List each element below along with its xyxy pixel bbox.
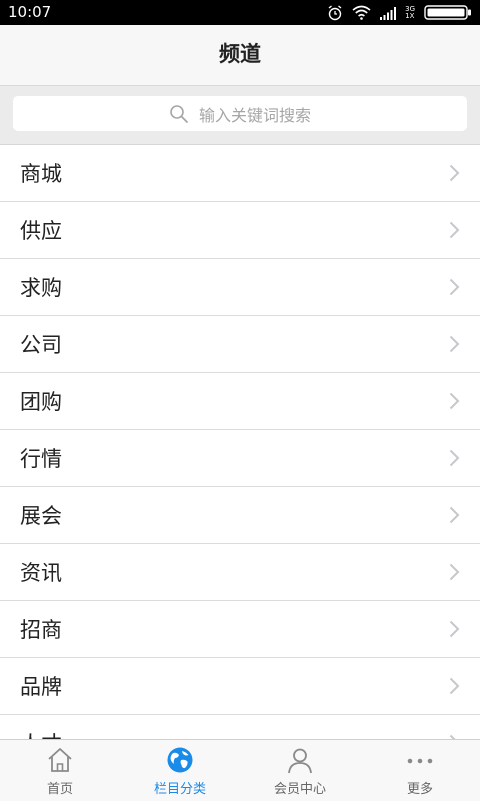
list-item[interactable]: 团购	[0, 373, 480, 430]
list-item[interactable]: 公司	[0, 316, 480, 373]
chevron-right-icon	[449, 620, 460, 638]
chevron-right-icon	[449, 506, 460, 524]
search-icon	[170, 104, 188, 123]
list-item-label: 行情	[20, 447, 62, 471]
nav-bar: 频道	[0, 25, 480, 86]
tab-label: 首页	[46, 782, 73, 797]
list-item[interactable]: 品牌	[0, 658, 480, 715]
tab-label: 更多	[406, 782, 433, 797]
search-area: 输入关键词搜索	[0, 86, 480, 145]
network-type: 3G 1X	[405, 5, 415, 20]
tab-more[interactable]: 更多	[360, 740, 480, 801]
list-item-label: 品牌	[20, 675, 62, 699]
search-input[interactable]: 输入关键词搜索	[13, 96, 467, 131]
chevron-right-icon	[449, 677, 460, 695]
tab-categories[interactable]: 栏目分类	[120, 740, 240, 801]
chevron-right-icon	[449, 449, 460, 467]
list-item-label: 展会	[20, 504, 62, 528]
wifi-icon	[352, 5, 371, 20]
page-title: 频道	[219, 42, 261, 66]
status-bar: 10:07 3G 1X	[0, 0, 480, 25]
signal-icon	[380, 6, 397, 20]
globe-icon	[167, 747, 193, 773]
list-item[interactable]: 人才	[0, 715, 480, 739]
list-item[interactable]: 供应	[0, 202, 480, 259]
channel-list: 商城 供应 求购 公司 团购 行情 展会 资讯 招商 品牌 人才	[0, 145, 480, 739]
tab-home[interactable]: 首页	[0, 740, 120, 801]
chevron-right-icon	[449, 335, 460, 353]
tab-label: 栏目分类	[153, 782, 206, 797]
search-placeholder: 输入关键词搜索	[198, 105, 311, 125]
list-item-label: 公司	[20, 333, 62, 357]
list-item[interactable]: 求购	[0, 259, 480, 316]
chevron-right-icon	[449, 278, 460, 296]
chevron-right-icon	[449, 392, 460, 410]
tab-label: 会员中心	[273, 782, 326, 797]
list-item[interactable]: 商城	[0, 145, 480, 202]
list-item[interactable]: 行情	[0, 430, 480, 487]
list-item[interactable]: 展会	[0, 487, 480, 544]
tab-member-center[interactable]: 会员中心	[240, 740, 360, 801]
chevron-right-icon	[449, 164, 460, 182]
alarm-icon	[328, 4, 342, 20]
list-item-label: 求购	[20, 276, 62, 300]
tab-bar: 首页 栏目分类 会员中心 更多	[0, 739, 480, 801]
status-time: 10:07	[8, 3, 52, 21]
more-icon	[407, 758, 433, 764]
chevron-right-icon	[449, 563, 460, 581]
status-icons: 3G 1X	[327, 4, 472, 21]
chevron-right-icon	[449, 221, 460, 239]
list-item-label: 招商	[20, 618, 62, 642]
list-item[interactable]: 招商	[0, 601, 480, 658]
home-icon	[48, 748, 72, 772]
user-icon	[288, 748, 312, 774]
list-item-label: 团购	[20, 390, 62, 414]
list-item-label: 供应	[20, 219, 62, 243]
list-item-label: 商城	[20, 162, 62, 186]
sim-label: 1X	[405, 11, 415, 20]
list-item[interactable]: 资讯	[0, 544, 480, 601]
battery-icon	[424, 5, 471, 20]
list-item-label: 人才	[20, 728, 62, 739]
list-item-label: 资讯	[20, 561, 62, 585]
